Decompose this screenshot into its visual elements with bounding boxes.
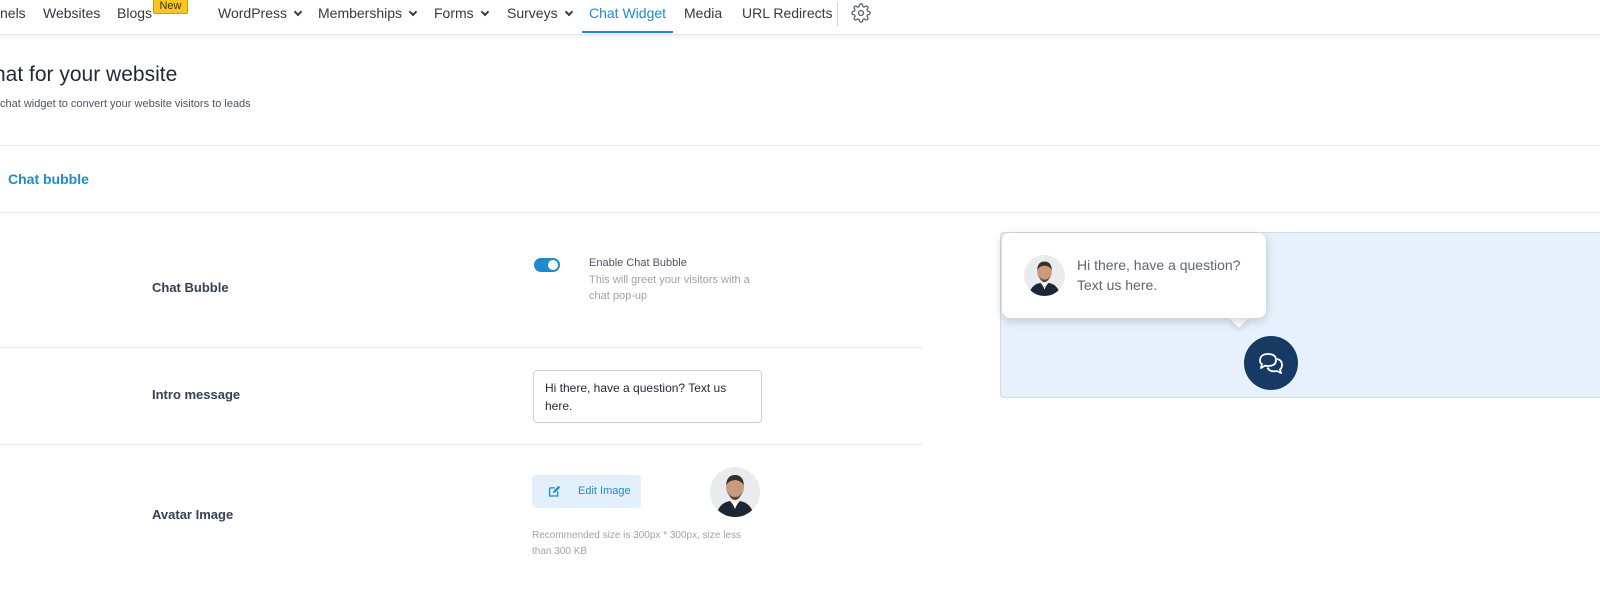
gear-icon[interactable] (851, 3, 871, 23)
chat-launcher-button[interactable] (1244, 336, 1298, 390)
nav-item-blogs[interactable]: Blogs (117, 0, 152, 33)
nav-item-funnels[interactable]: nels (0, 0, 26, 33)
chat-bubble-label: Chat Bubble (152, 280, 229, 295)
nav-item-label: nels (0, 5, 26, 21)
nav-item-label: Media (684, 5, 723, 21)
page-title: hat for your website (0, 63, 178, 86)
toggle-knob (548, 260, 558, 270)
section-divider (0, 212, 1600, 213)
nav-item-memberships[interactable]: Memberships (318, 0, 418, 33)
nav-item-chat-widget[interactable]: Chat Widget (582, 0, 674, 33)
nav-item-label: Surveys (507, 5, 558, 21)
nav-item-label: Memberships (318, 5, 403, 21)
chevron-down-icon (480, 7, 489, 17)
edit-image-button[interactable]: Edit Image (532, 475, 641, 508)
nav-item-wordpress[interactable]: WordPress (218, 0, 303, 33)
tab-chat-bubble[interactable]: Chat bubble (8, 171, 89, 187)
nav-item-label: Websites (43, 5, 101, 21)
nav-item-url-redirects[interactable]: URL Redirects (742, 0, 833, 33)
edit-icon (548, 485, 561, 497)
preview-bubble-text: Hi there, have a question? Text us here. (1077, 257, 1241, 293)
new-badge: New (153, 0, 188, 14)
nav-item-surveys[interactable]: Surveys (507, 0, 573, 33)
nav-item-label: WordPress (218, 5, 287, 21)
nav-item-label: URL Redirects (742, 5, 833, 21)
row-divider (0, 347, 922, 348)
intro-message-input[interactable]: Hi there, have a question? Text us here. (533, 370, 762, 423)
nav-item-label: Blogs (117, 5, 153, 21)
top-navigation: nels Websites Blogs New WordPress Member… (0, 0, 1600, 35)
toggle-description: This will greet your visitors with a cha… (589, 274, 750, 302)
edit-image-label: Edit Image (578, 485, 631, 497)
enable-chat-bubble-toggle[interactable] (534, 258, 560, 272)
nav-item-label: Chat Widget (589, 5, 667, 21)
header-divider (0, 145, 1600, 146)
avatar-image (710, 467, 760, 517)
toggle-title: Enable Chat Bubble (589, 257, 687, 269)
nav-item-media[interactable]: Media (684, 0, 722, 33)
chevron-down-icon (564, 7, 573, 17)
chat-bubbles-icon (1259, 353, 1283, 374)
nav-item-label: Forms (434, 5, 474, 21)
preview-avatar (1024, 255, 1065, 296)
avatar-image-label: Avatar Image (152, 507, 234, 522)
intro-message-label: Intro message (152, 387, 241, 402)
page-subtitle: chat widget to convert your website visi… (0, 98, 251, 110)
nav-divider (837, 2, 838, 26)
row-divider (0, 444, 922, 445)
chevron-down-icon (293, 7, 303, 17)
nav-item-websites[interactable]: Websites (43, 0, 100, 33)
avatar-recommendation: Recommended size is 300px * 300px, size … (532, 530, 741, 557)
chevron-down-icon (408, 7, 418, 17)
nav-item-forms[interactable]: Forms (434, 0, 489, 33)
